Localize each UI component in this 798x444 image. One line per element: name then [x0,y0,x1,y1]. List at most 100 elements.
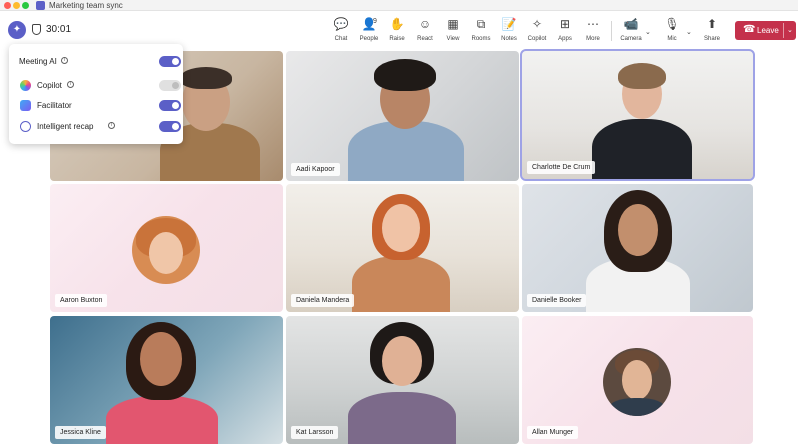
react-label: React [417,36,433,42]
leave-button[interactable]: ☎ Leave ⌄ [735,21,796,40]
info-icon[interactable]: i [61,57,68,64]
people-count: 9 [373,18,377,25]
participant-tile[interactable]: Jessica Kline [50,316,283,444]
notes-button[interactable]: 📝 Notes [495,16,523,46]
participant-tile[interactable]: Daniela Mandera [286,184,519,312]
share-label: Share [703,36,720,42]
intelligent-recap-toggle[interactable] [159,121,181,132]
chat-icon: 💬 [333,17,349,31]
mic-chevron-down-icon[interactable]: ⌄ [686,28,692,36]
facilitator-row: Facilitator [9,96,183,116]
participant-video [346,190,456,312]
minimize-window-button[interactable] [13,2,20,9]
participant-name: Aadi Kapoor [291,163,340,176]
participant-tile[interactable]: Aadi Kapoor [286,51,519,181]
plus-icon: ⊞ [559,17,571,31]
recap-play-icon [20,121,31,132]
smile-icon: ☺ [418,17,432,31]
meeting-timer: 30:01 [46,24,72,35]
participant-avatar [603,348,671,416]
copilot-icon: ✧ [531,17,543,31]
participant-tile[interactable]: Kat Larsson [286,316,519,444]
copilot-label: Copilot [527,36,547,42]
phone-hangup-icon: ☎ [743,24,756,35]
participant-tile[interactable]: Allan Munger [522,316,753,444]
view-button[interactable]: ▦ View [439,16,467,46]
apps-label: Apps [558,36,572,42]
participant-name: Aaron Buxton [55,294,108,307]
facilitator-icon [20,100,31,111]
notes-icon: 📝 [501,17,517,31]
facilitator-toggle[interactable] [159,100,181,111]
more-button[interactable]: ⋯ More [579,16,607,46]
participant-video [346,55,466,181]
participant-name: Jessica Kline [55,426,106,439]
copilot-icon [20,80,31,91]
leave-label: Leave [757,26,779,35]
copilot-label: Copilot [37,81,62,90]
intelligent-recap-label: Intelligent recap [37,122,94,131]
participant-name: Daniela Mandera [291,294,355,307]
participant-name: Charlotte De Crum [527,161,596,174]
intelligent-recap-row: Intelligent recap i [9,117,183,137]
window-title: Marketing team sync [49,1,123,10]
camera-button[interactable]: 📹 Camera [617,16,645,46]
mic-button[interactable]: 🎙 Mic [658,16,686,46]
copilot-toggle[interactable] [159,80,181,91]
participant-name: Allan Munger [527,426,579,439]
participant-video [102,320,222,444]
window-titlebar: Marketing team sync [0,0,798,11]
participant-name: Kat Larsson [291,426,339,439]
meeting-ai-header-row: Meeting AI i [9,52,183,72]
meeting-ai-title: Meeting AI [19,57,57,66]
apps-button[interactable]: ⊞ Apps [551,16,579,46]
rooms-button[interactable]: ⧉ Rooms [467,16,495,46]
participant-video [578,188,698,312]
rooms-icon: ⧉ [476,17,486,31]
shield-icon [32,24,41,35]
leave-chevron-down-icon[interactable]: ⌄ [787,25,793,36]
share-icon: ⬆ [706,17,718,31]
raise-label: Raise [389,36,405,42]
ellipsis-icon: ⋯ [587,17,599,31]
participant-video [344,320,460,444]
people-icon: 👤 [361,17,377,31]
copilot-row: Copilot i [9,76,183,96]
leave-divider [783,23,784,38]
notes-label: Notes [501,36,517,42]
participant-avatar [132,216,200,284]
chat-label: Chat [334,36,348,42]
participant-tile[interactable]: Aaron Buxton [50,184,283,312]
participant-name: Danielle Booker [527,294,587,307]
chat-button[interactable]: 💬 Chat [327,16,355,46]
grid-icon: ▦ [447,17,459,31]
raise-button[interactable]: ✋ Raise [383,16,411,46]
maximize-window-button[interactable] [22,2,29,9]
hand-icon: ✋ [389,17,405,31]
share-button[interactable]: ⬆ Share [698,16,726,46]
camera-icon: 📹 [623,17,639,31]
participant-tile-active-speaker[interactable]: Charlotte De Crum [520,49,755,181]
rooms-label: Rooms [471,36,491,42]
more-label: More [586,36,600,42]
people-label: People [359,36,379,42]
people-button[interactable]: 👤 9 People [355,16,383,46]
mic-icon: 🎙 [664,17,680,31]
camera-label: Camera [620,36,642,42]
toolbar-divider [611,21,612,41]
copilot-button[interactable]: ✧ Copilot [523,16,551,46]
camera-chevron-down-icon[interactable]: ⌄ [645,28,651,36]
teams-app-icon [36,1,45,10]
react-button[interactable]: ☺ React [411,16,439,46]
meeting-ai-toggle[interactable] [159,56,181,67]
info-icon[interactable]: i [67,81,74,88]
view-label: View [446,36,460,42]
participant-tile[interactable]: Danielle Booker [522,184,753,312]
meeting-ai-button[interactable]: ✦ [8,21,26,39]
close-window-button[interactable] [4,2,11,9]
participant-video [592,61,692,179]
meeting-ai-panel: Meeting AI i Copilot i Facilitator Intel… [9,44,183,144]
facilitator-label: Facilitator [37,101,72,110]
info-icon[interactable]: i [108,122,115,129]
mic-label: Mic [667,36,677,42]
